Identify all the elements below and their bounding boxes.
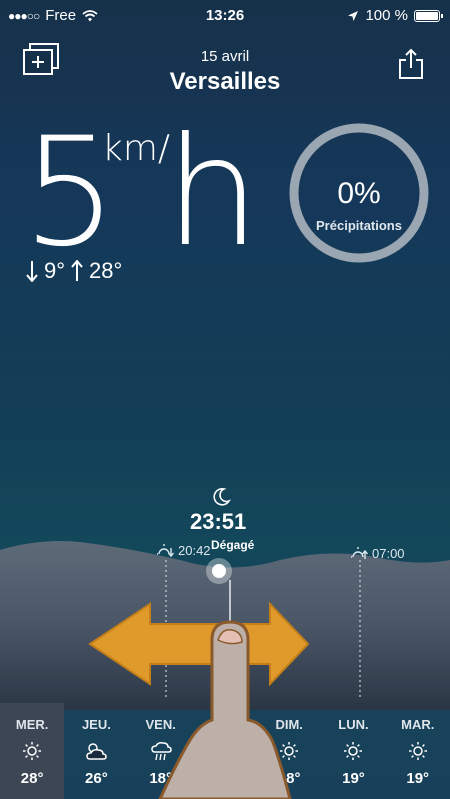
precipitation-label: Précipitations <box>316 218 402 233</box>
sun-icon <box>280 742 299 760</box>
day-name: VEN. <box>145 717 176 732</box>
day-temp: 26° <box>85 770 108 787</box>
day-name: LUN. <box>338 717 369 732</box>
arrow-down-icon <box>26 261 38 282</box>
day-name: JEU. <box>81 717 111 732</box>
day-column[interactable]: MAR. 19° <box>386 703 450 799</box>
sun-icon <box>408 742 427 760</box>
city-title: Versailles <box>169 68 281 95</box>
battery-icon <box>414 9 443 22</box>
date-label: 15 avril <box>200 48 250 65</box>
day-column[interactable]: LUN. 19° <box>321 703 385 799</box>
precipitation-value: 0% <box>337 177 381 210</box>
wind-unit-km: km/ <box>102 128 171 169</box>
day-temp: 19° <box>342 770 365 787</box>
status-right: 100 % <box>347 7 443 24</box>
partly-cloudy-icon <box>86 743 108 760</box>
wind-unit-h: h <box>165 106 261 280</box>
sunset-time: 20:42 <box>178 542 211 558</box>
current-condition: Dégagé <box>211 538 255 552</box>
day-temp: 19° <box>406 770 430 787</box>
current-time: 23:51 <box>190 509 247 534</box>
temp-min: 9° <box>44 258 66 283</box>
status-bar: ●●●○○ Free 13:26 100 % <box>0 0 450 30</box>
location-arrow-icon <box>348 10 359 21</box>
sunrise-marker: 07:00 <box>350 545 405 561</box>
moon-icon <box>213 488 231 506</box>
day-column[interactable]: MER. 28° <box>0 703 65 799</box>
min-max-temps: 9° 28° <box>26 258 122 284</box>
day-name: MER. <box>15 717 49 732</box>
sun-icon <box>344 742 363 760</box>
wind-icon <box>215 743 236 759</box>
day-temp: 28° <box>20 770 44 787</box>
day-temp: 17° <box>213 770 237 787</box>
share-icon[interactable] <box>398 48 424 80</box>
day-name: DIM. <box>275 717 303 732</box>
day-temp: 18° <box>149 770 172 787</box>
temp-max: 28° <box>89 258 123 283</box>
day-column[interactable]: DIM. 18° <box>257 703 321 799</box>
sunset-icon <box>157 544 174 558</box>
arrow-up-icon <box>71 260 83 281</box>
rain-icon <box>150 742 172 761</box>
day-column[interactable]: JEU. 26° <box>64 703 128 799</box>
sunrise-icon <box>351 547 368 559</box>
day-name: MAR. <box>401 717 435 732</box>
day-column[interactable]: SAM. 17° <box>193 703 257 799</box>
timeline-slider-handle[interactable] <box>206 558 232 584</box>
day-name: SAM. <box>208 717 242 732</box>
sunset-marker: 20:42 <box>156 542 211 558</box>
day-column[interactable]: VEN. 18° <box>129 703 193 799</box>
forecast-day-strip: MER. 28° JEU. 26° VEN. 18° SAM. 17° DIM. 18° LUN. 1… <box>0 703 450 799</box>
sun-icon <box>23 742 42 760</box>
sunrise-time: 07:00 <box>372 545 405 561</box>
battery-percent: 100 % <box>365 7 408 24</box>
day-temp: 18° <box>277 770 301 787</box>
